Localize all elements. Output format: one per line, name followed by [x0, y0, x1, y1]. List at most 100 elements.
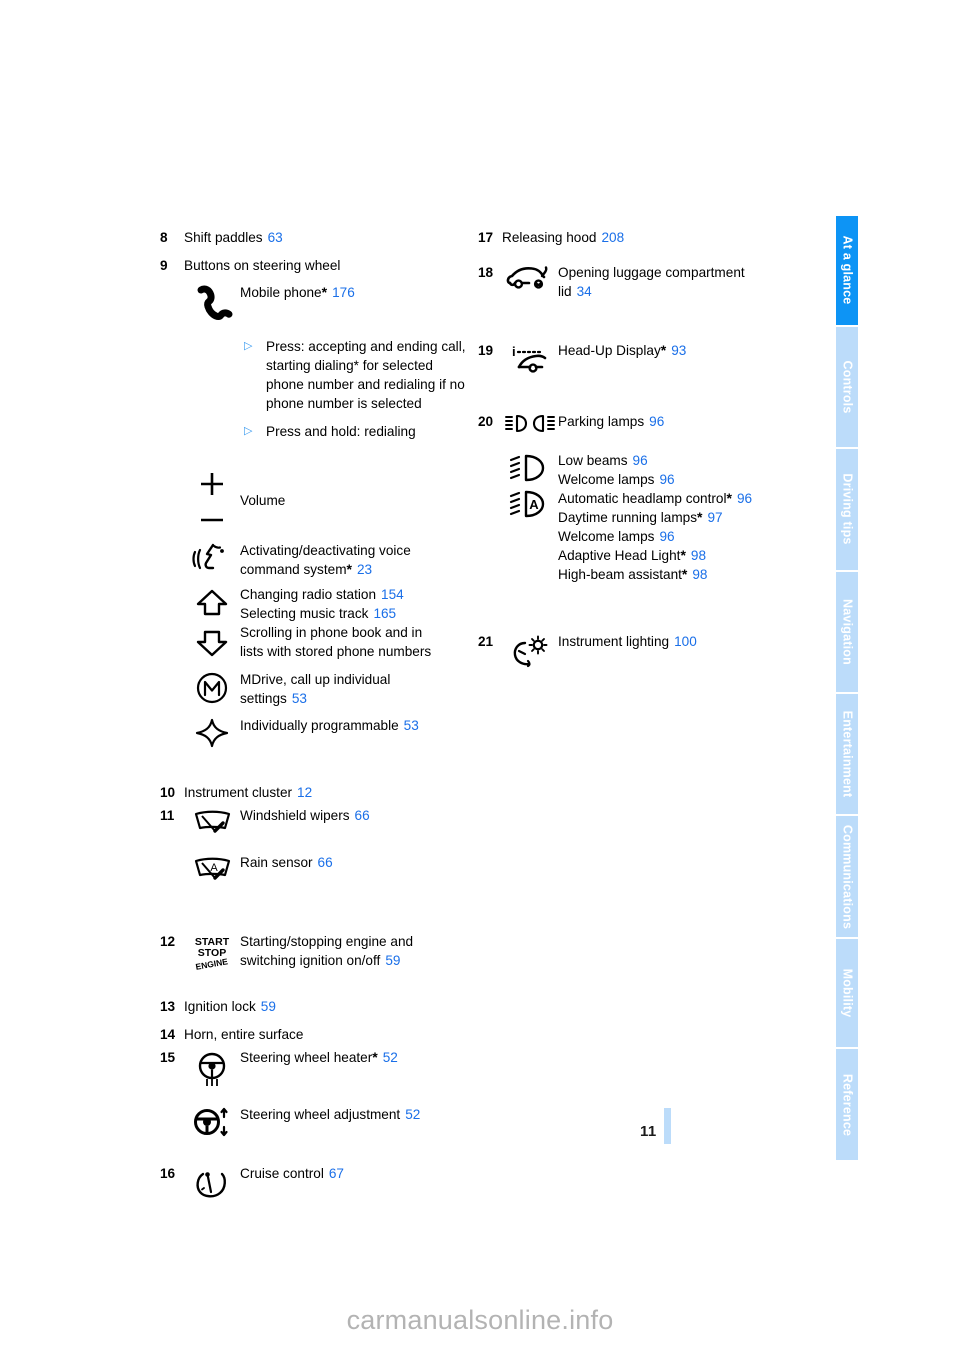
entry-number: 18	[478, 265, 494, 280]
entry-individually-programmable: Individually programmable 53	[160, 716, 470, 749]
list-item: Automatic headlamp control* 96	[558, 489, 788, 508]
tab-label: Controls	[840, 360, 855, 414]
tab-label: Communications	[840, 824, 855, 929]
page-ref[interactable]: 53	[292, 691, 307, 706]
page-number: 11	[640, 1122, 657, 1140]
minus-icon	[201, 518, 223, 522]
tab-communications[interactable]: Communications	[836, 816, 858, 939]
page-ref[interactable]: 165	[373, 606, 396, 621]
optional-marker: *	[346, 561, 352, 577]
bullet-text: Press and hold: redialing	[266, 424, 416, 439]
entry-volume: Volume	[160, 467, 470, 525]
entry-label: Mobile phone	[240, 285, 322, 300]
svg-text:i: i	[512, 344, 516, 359]
page-ref[interactable]: 66	[318, 855, 333, 870]
entry-number: 11	[160, 808, 175, 823]
entry-windshield-wipers: 11 Windshield wipers 66	[160, 806, 470, 837]
tab-controls[interactable]: Controls	[836, 326, 858, 450]
entry-label: Volume	[240, 493, 286, 508]
entry-text: Steering wheel heater* 52	[240, 1048, 470, 1067]
page-ref[interactable]: 59	[385, 953, 400, 968]
arrow-line: Changing radio station 154	[240, 585, 470, 604]
entry-label-line1: Opening luggage compartment	[558, 265, 745, 280]
entry-label: Head-Up Display	[558, 343, 661, 358]
page-ref[interactable]: 176	[332, 285, 355, 300]
page-ref[interactable]: 96	[659, 529, 674, 544]
tab-label: Reference	[840, 1073, 855, 1136]
instrument-lighting-icon	[502, 632, 558, 671]
page-ref[interactable]: 96	[633, 453, 648, 468]
tab-entertainment[interactable]: Entertainment	[836, 693, 858, 817]
entry-number: 16	[160, 1166, 176, 1181]
entry-instrument-cluster: 10 Instrument cluster 12	[160, 783, 470, 802]
tab-mobility[interactable]: Mobility	[836, 938, 858, 1050]
phone-handset-icon	[184, 283, 240, 328]
page-ref[interactable]: 96	[737, 491, 752, 506]
tab-label: At a glance	[840, 235, 855, 305]
four-point-star-icon	[184, 716, 240, 749]
entry-label-line1: Starting/stopping engine and	[240, 934, 414, 949]
arrow-line: lists with stored phone numbers	[240, 644, 432, 659]
circled-m-icon	[184, 670, 240, 705]
page-footer: 11	[640, 1108, 672, 1144]
page-ref[interactable]: 97	[707, 510, 722, 525]
page-ref[interactable]: 34	[577, 284, 592, 299]
list-item: ▷ Press and hold: redialing	[240, 422, 470, 441]
page-ref[interactable]: 52	[383, 1050, 398, 1065]
page-ref[interactable]: 66	[355, 808, 370, 823]
entry-label-line2: lid	[558, 284, 572, 299]
page-ref[interactable]: 52	[405, 1107, 420, 1122]
entry-label-line1: Activating/deactivating voice	[240, 543, 411, 558]
arrow-line: Scrolling in phone book and in	[240, 625, 423, 640]
list-item: High-beam assistant* 98	[558, 565, 788, 584]
list-item: Adaptive Head Light* 98	[558, 546, 788, 565]
page-ref[interactable]: 98	[691, 548, 706, 563]
entry-steering-wheel-buttons: 9 Buttons on steering wheel	[160, 256, 470, 275]
page-ref[interactable]: 59	[261, 999, 276, 1014]
entry-instrument-lighting: 21 Instrument lighting 100	[478, 632, 788, 671]
entry-label: Releasing hood	[502, 230, 597, 245]
entry-number: 14	[160, 1027, 176, 1042]
page-ref[interactable]: 208	[601, 230, 624, 245]
entry-text: Shift paddles 63	[184, 228, 283, 247]
entry-label: Shift paddles	[184, 230, 263, 245]
page-ref[interactable]: 96	[659, 472, 674, 487]
entry-label: Daytime running lamps	[558, 510, 698, 525]
entry-label: Horn, entire surface	[184, 1027, 304, 1042]
entry-text: MDrive, call up individual settings 53	[240, 670, 470, 708]
svg-text:A: A	[210, 862, 218, 874]
page-ref[interactable]: 98	[692, 567, 707, 582]
page-ref[interactable]: 154	[381, 587, 404, 602]
entry-label: Rain sensor	[240, 855, 313, 870]
list-item: ▷ Press: accepting and ending call, star…	[240, 337, 470, 413]
tab-driving-tips[interactable]: Driving tips	[836, 449, 858, 572]
volume-icons	[184, 467, 240, 525]
arrow-down-outline-icon	[196, 630, 228, 657]
page-ref[interactable]: 12	[297, 785, 312, 800]
entry-label-line2: command system	[240, 562, 347, 577]
entry-label: Buttons on steering wheel	[184, 258, 341, 273]
tab-at-a-glance[interactable]: At a glance	[836, 216, 858, 327]
tab-navigation[interactable]: Navigation	[836, 571, 858, 694]
page-ref[interactable]: 67	[329, 1166, 344, 1181]
page-ref[interactable]: 53	[404, 718, 419, 733]
watermark: carmanualsonline.info	[346, 1305, 614, 1335]
page-ref[interactable]: 63	[268, 230, 283, 245]
entry-label: Steering wheel heater	[240, 1050, 373, 1065]
entry-text: Individually programmable 53	[240, 716, 470, 735]
entry-label: Ignition lock	[184, 999, 256, 1014]
entry-text: Head-Up Display* 93	[558, 341, 788, 360]
page-ref[interactable]: 93	[671, 343, 686, 358]
tab-reference[interactable]: Reference	[836, 1049, 858, 1161]
page-ref[interactable]: 96	[649, 414, 664, 429]
entry-text: Parking lamps 96	[558, 412, 788, 431]
entry-label-line2: switching ignition on/off	[240, 953, 381, 968]
page-ref[interactable]: 100	[674, 634, 697, 649]
entry-label-line1: MDrive, call up individual	[240, 672, 391, 687]
left-content-column: 8 Shift paddles 63 9 Buttons on steering …	[160, 228, 470, 1203]
page-ref[interactable]: 23	[357, 562, 372, 577]
list-item: Welcome lamps 96	[558, 470, 788, 489]
parking-lamps-icon	[502, 412, 558, 435]
entry-label: Cruise control	[240, 1166, 324, 1181]
bullet-text: Press: accepting and ending call, starti…	[266, 339, 466, 411]
